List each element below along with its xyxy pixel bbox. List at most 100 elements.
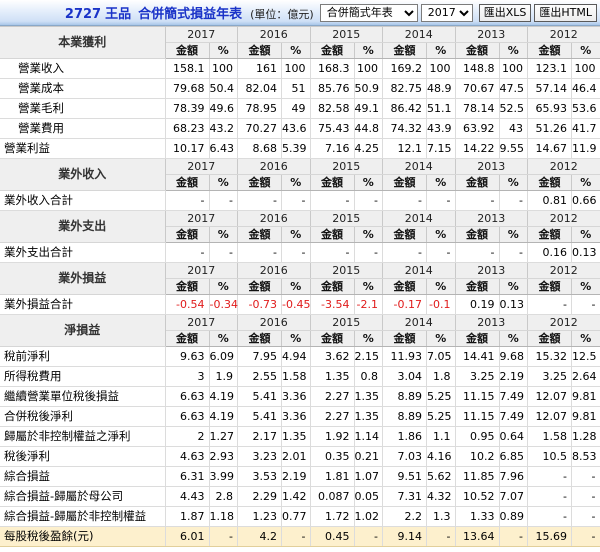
- cell-percent: 9.81: [571, 386, 600, 407]
- subheader-percent: %: [354, 174, 383, 191]
- subheader-amount: 金額: [382, 278, 427, 295]
- unit-note: (單位：億元): [250, 8, 314, 21]
- cell-amount: -0.54: [165, 294, 210, 315]
- subheader-amount: 金額: [237, 174, 282, 191]
- cell-amount: 8.89: [382, 406, 427, 427]
- cell-percent: 2.8: [209, 486, 238, 507]
- subheader-percent: %: [209, 278, 238, 295]
- cell-percent: 4.19: [209, 406, 238, 427]
- year-header: 2013: [455, 262, 528, 279]
- subheader-amount: 金額: [237, 226, 282, 243]
- subheader-percent: %: [499, 330, 528, 347]
- cell-percent: 1.35: [354, 386, 383, 407]
- cell-percent: 4.19: [209, 386, 238, 407]
- cell-percent: -: [426, 190, 456, 211]
- cell-percent: 100: [281, 58, 311, 79]
- table-row: 綜合損益-歸屬於母公司 4.43 2.8 2.29 1.42 0.087 0.05 7.31 4…: [0, 486, 600, 507]
- cell-amount: 4.43: [165, 486, 210, 507]
- table-row: 綜合損益-歸屬於非控制權益 1.87 1.18 1.23 0.77 1.72 1.02 2.2…: [0, 506, 600, 527]
- row-label: 每股稅後盈餘(元): [0, 526, 166, 547]
- cell-amount: 11.15: [455, 386, 500, 407]
- year-header: 2012: [527, 262, 600, 279]
- export-html-button[interactable]: 匯出HTML: [534, 3, 597, 22]
- cell-amount: 1.35: [310, 366, 355, 387]
- cell-amount: 7.16: [310, 138, 355, 159]
- cell-percent: 7.49: [499, 406, 528, 427]
- cell-percent: -: [354, 242, 383, 263]
- cell-amount: 3.25: [455, 366, 500, 387]
- export-xls-button[interactable]: 匯出XLS: [478, 3, 532, 22]
- cell-amount: 2.55: [237, 366, 282, 387]
- cell-percent: 8.53: [571, 446, 600, 467]
- row-label: 繼續營業單位稅後損益: [0, 386, 166, 407]
- subheader-percent: %: [426, 42, 456, 59]
- year-header: 2017: [165, 314, 238, 331]
- cell-amount: -0.73: [237, 294, 282, 315]
- cell-percent: 1.35: [281, 426, 311, 447]
- cell-amount: 5.41: [237, 406, 282, 427]
- cell-percent: -: [499, 190, 528, 211]
- cell-amount: 57.14: [527, 78, 572, 99]
- cell-amount: 3.53: [237, 466, 282, 487]
- row-label: 營業費用: [0, 118, 166, 139]
- cell-amount: 13.64: [455, 526, 500, 547]
- section-title-1: 業外收入: [0, 158, 166, 191]
- year-header: 2015: [310, 158, 383, 175]
- cell-percent: 44.8: [354, 118, 383, 139]
- cell-percent: 1.07: [354, 466, 383, 487]
- cell-amount: 12.07: [527, 406, 572, 427]
- cell-percent: 43.2: [209, 118, 238, 139]
- year-header: 2012: [527, 210, 600, 227]
- cell-percent: -: [209, 190, 238, 211]
- cell-percent: 1.27: [209, 426, 238, 447]
- cell-percent: 9.68: [499, 346, 528, 367]
- cell-percent: 6.85: [499, 446, 528, 467]
- cell-amount: -: [527, 486, 572, 507]
- year-header: 2014: [382, 262, 456, 279]
- row-label: 稅後淨利: [0, 446, 166, 467]
- cell-percent: 4.25: [354, 138, 383, 159]
- cell-percent: 49.6: [209, 98, 238, 119]
- subheader-percent: %: [571, 226, 600, 243]
- table-row: 營業費用 68.23 43.2 70.27 43.6 75.43 44.8 74.32 43.9…: [0, 118, 600, 139]
- subheader-amount: 金額: [165, 174, 210, 191]
- cell-amount: 82.04: [237, 78, 282, 99]
- row-label: 業外支出合計: [0, 242, 166, 263]
- cell-percent: 5.25: [426, 386, 456, 407]
- year-header: 2017: [165, 158, 238, 175]
- row-label: 合併稅後淨利: [0, 406, 166, 427]
- cell-amount: 63.92: [455, 118, 500, 139]
- cell-percent: 0.05: [354, 486, 383, 507]
- cell-amount: -: [455, 190, 500, 211]
- cell-percent: 6.09: [209, 346, 238, 367]
- cell-amount: 1.81: [310, 466, 355, 487]
- cell-amount: 123.1: [527, 58, 572, 79]
- cell-percent: 48.9: [426, 78, 456, 99]
- cell-amount: 82.58: [310, 98, 355, 119]
- cell-amount: -: [527, 294, 572, 315]
- report-type-select[interactable]: 合併簡式年表: [319, 3, 418, 22]
- subheader-amount: 金額: [527, 42, 572, 59]
- cell-percent: 0.13: [571, 242, 600, 263]
- subheader-amount: 金額: [382, 42, 427, 59]
- cell-amount: 169.2: [382, 58, 427, 79]
- subheader-percent: %: [571, 278, 600, 295]
- cell-percent: 11.9: [571, 138, 600, 159]
- cell-amount: 0.95: [455, 426, 500, 447]
- cell-amount: 9.14: [382, 526, 427, 547]
- cell-percent: 0.77: [281, 506, 311, 527]
- cell-percent: 100: [209, 58, 238, 79]
- cell-amount: 79.68: [165, 78, 210, 99]
- cell-amount: 0.19: [455, 294, 500, 315]
- year-header: 2012: [527, 314, 600, 331]
- cell-amount: 8.68: [237, 138, 282, 159]
- cell-percent: -: [499, 242, 528, 263]
- section-title-4: 淨損益: [0, 314, 166, 347]
- cell-amount: 3: [165, 366, 210, 387]
- row-label: 綜合損益-歸屬於非控制權益: [0, 506, 166, 527]
- cell-percent: 5.62: [426, 466, 456, 487]
- cell-percent: 7.96: [499, 466, 528, 487]
- cell-amount: 86.42: [382, 98, 427, 119]
- cell-percent: 12.5: [571, 346, 600, 367]
- year-select[interactable]: 2017年: [420, 3, 473, 22]
